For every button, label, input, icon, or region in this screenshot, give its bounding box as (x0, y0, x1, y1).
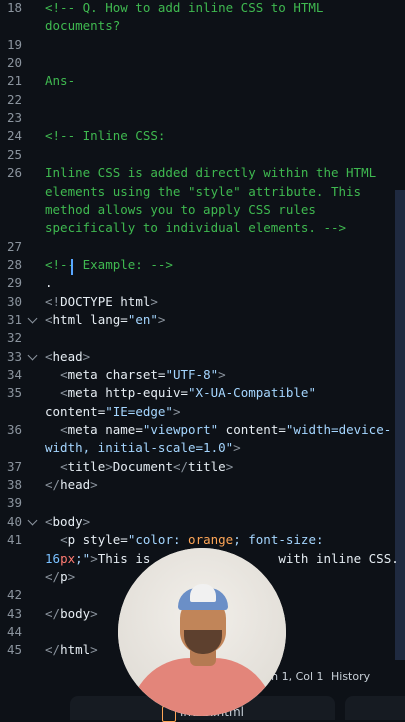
code-text: <html lang="en"> (45, 311, 166, 327)
code-text: <head> (45, 348, 91, 364)
code-line[interactable]: 33 <head> (0, 348, 405, 366)
code-line[interactable]: specifically to individual elements. --> (0, 219, 405, 237)
line-number: 30 (6, 293, 22, 309)
code-text: . (45, 275, 53, 291)
secondary-tab[interactable] (345, 696, 405, 720)
line-number: 39 (6, 495, 22, 511)
code-text: <!DOCTYPE html> (45, 293, 158, 309)
code-text: <meta name="viewport" content="width=dev… (60, 422, 392, 438)
code-text: <body> (45, 513, 91, 529)
code-text: <!-- Q. How to add inline CSS to HTML (45, 0, 324, 15)
line-number: 45 (6, 642, 22, 658)
code-text: elements using the "style" attribute. Th… (45, 183, 362, 199)
code-text: content="IE=edge"> (45, 403, 181, 419)
line-number: 24 (6, 128, 22, 144)
code-line[interactable]: 23 (0, 109, 405, 127)
line-number: 34 (6, 367, 22, 382)
line-number: 43 (6, 605, 22, 621)
line-number: 40 (6, 513, 22, 529)
code-text: documents? (45, 18, 121, 34)
text-cursor (71, 259, 73, 275)
line-number: 32 (6, 330, 22, 346)
line-number: 20 (6, 55, 22, 71)
code-line[interactable]: 21 Ans- (0, 72, 405, 90)
code-line[interactable]: content="IE=edge"> (0, 403, 405, 421)
code-line[interactable]: 22 (0, 91, 405, 109)
line-number: 19 (6, 36, 22, 52)
code-text: width, initial-scale=1.0"> (45, 440, 241, 456)
line-number: 21 (6, 73, 22, 89)
code-text: <meta charset="UTF-8"> (60, 367, 226, 382)
line-number: 26 (6, 165, 22, 181)
line-number: 29 (6, 275, 22, 291)
line-number: 42 (6, 587, 22, 603)
code-line[interactable]: 38 </head> (0, 476, 405, 494)
code-text: <!-- Inline CSS: (45, 128, 166, 144)
code-text: <title>Document</title> (60, 458, 234, 474)
code-text: Inline CSS is added directly within the … (45, 165, 377, 181)
code-line[interactable]: width, initial-scale=1.0"> (0, 439, 405, 457)
line-number: 37 (6, 458, 22, 474)
code-line[interactable]: 35 <meta http-equiv="X-UA-Compatible" (0, 384, 405, 402)
code-line[interactable]: 29. (0, 274, 405, 292)
line-number: 33 (6, 348, 22, 364)
history-button[interactable]: History (331, 670, 370, 683)
code-line[interactable]: 40 <body> (0, 513, 405, 531)
line-number: 23 (6, 110, 22, 126)
code-line[interactable]: 18 <!-- Q. How to add inline CSS to HTML (0, 0, 405, 17)
line-number: 38 (6, 477, 22, 493)
code-text: specifically to individual elements. --> (45, 220, 347, 236)
code-line[interactable]: 39 (0, 494, 405, 512)
code-line[interactable]: 36 <meta name="viewport" content="width=… (0, 421, 405, 439)
presenter-webcam (118, 548, 286, 716)
code-line[interactable]: 32 (0, 329, 405, 347)
line-number: 22 (6, 91, 22, 107)
code-line[interactable]: 27 (0, 238, 405, 256)
line-number: 25 (6, 146, 22, 162)
code-line[interactable]: 26 Inline CSS is added directly within th… (0, 164, 405, 182)
code-line[interactable]: 37 <title>Document</title> (0, 458, 405, 476)
status-bar: Ln 1, Col 1 History (265, 666, 405, 690)
code-line[interactable]: documents? (0, 17, 405, 35)
line-number: 27 (6, 238, 22, 254)
line-number: 44 (6, 623, 22, 639)
line-number: 35 (6, 385, 22, 401)
code-line[interactable]: elements using the "style" attribute. Th… (0, 183, 405, 201)
line-number: 31 (6, 311, 22, 327)
line-number: 36 (6, 422, 22, 438)
code-line[interactable]: 19 (0, 36, 405, 54)
code-line[interactable]: 20 (0, 54, 405, 72)
code-text: </head> (45, 477, 98, 493)
code-text: <meta http-equiv="X-UA-Compatible" (60, 385, 316, 401)
code-text: <!-- Example: --> (45, 256, 173, 272)
code-line[interactable]: method allows you to apply CSS rules (0, 201, 405, 219)
code-line[interactable]: 25 (0, 146, 405, 164)
code-line[interactable]: 31 <html lang="en"> (0, 311, 405, 329)
code-line[interactable]: 41 <p style="color: orange; font-size: (0, 531, 405, 549)
line-number: 18 (6, 0, 22, 15)
code-line[interactable]: 34 <meta charset="UTF-8"> (0, 366, 405, 384)
code-text: method allows you to apply CSS rules (45, 201, 316, 217)
code-line[interactable]: 24 <!-- Inline CSS: (0, 127, 405, 145)
code-line[interactable]: 28 <!-- Example: --> (0, 256, 405, 274)
line-number: 41 (6, 532, 22, 548)
code-text: Ans- (45, 73, 76, 89)
code-line[interactable]: 30 <!DOCTYPE html> (0, 293, 405, 311)
line-number: 28 (6, 256, 22, 272)
code-text: <p style="color: orange; font-size: (60, 532, 324, 548)
